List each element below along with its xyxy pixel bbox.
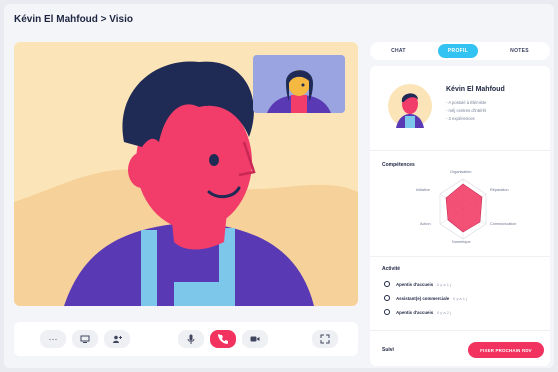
profile-panel: Kévin El Mahfoud - A postulé à Élémiste … — [370, 66, 550, 366]
app-window: Kévin El Mahfoud > Visio ··· CHAT PROFIL… — [4, 4, 554, 368]
competences-radar — [439, 178, 487, 240]
camera-icon — [250, 336, 260, 342]
add-participant-button[interactable] — [104, 330, 130, 348]
radar-label: Communication — [490, 222, 517, 226]
tab-profil[interactable]: PROFIL — [437, 44, 479, 58]
call-controls-bar: ··· — [14, 322, 358, 356]
search-icon — [384, 309, 390, 315]
microphone-icon — [187, 334, 195, 344]
self-view-illustration — [253, 55, 345, 113]
hang-up-button[interactable] — [210, 330, 236, 348]
divider — [370, 330, 550, 331]
more-options-button[interactable]: ··· — [40, 330, 66, 348]
profile-detail: - A postulé à Élémiste — [446, 100, 487, 105]
activite-title: Activité — [382, 266, 401, 272]
side-panel-tabs: CHAT PROFIL NOTES — [370, 42, 550, 60]
suivi-title: Suivi — [382, 347, 394, 353]
main-video — [14, 42, 358, 306]
monitor-icon — [80, 335, 90, 343]
page-title: Kévin El Mahfoud > Visio — [14, 14, 134, 25]
phone-icon — [218, 334, 228, 344]
divider — [370, 256, 550, 257]
radar-label: Numérique — [452, 240, 471, 244]
profile-name: Kévin El Mahfoud — [446, 86, 505, 93]
more-icon: ··· — [48, 334, 58, 344]
radar-label: Initiative — [416, 188, 430, 192]
add-user-icon — [113, 335, 122, 343]
radar-label: Organisation — [450, 170, 472, 174]
activity-item[interactable]: Apentis d'accueis Il y a 1 j — [384, 280, 451, 288]
activity-item[interactable]: Apentis d'accueis Il y a 2 j — [384, 308, 451, 316]
radar-label: Réparation — [490, 188, 509, 192]
screen-share-button[interactable] — [72, 330, 98, 348]
self-view-video[interactable] — [253, 55, 345, 113]
send-icon — [384, 281, 390, 287]
profile-detail: - mêj centres d'intérêt — [446, 108, 487, 113]
microphone-button[interactable] — [178, 330, 204, 348]
fullscreen-icon — [320, 334, 330, 344]
avatar — [388, 84, 432, 128]
radar-label: Action — [420, 222, 431, 226]
tab-notes[interactable]: NOTES — [500, 44, 539, 58]
competences-title: Compétences — [382, 162, 415, 168]
tab-chat[interactable]: CHAT — [381, 44, 416, 58]
profile-detail: - 3 expériences — [446, 116, 475, 121]
schedule-meeting-button[interactable]: FIXER PROCHAIN RDV — [468, 342, 544, 358]
camera-button[interactable] — [242, 330, 268, 348]
divider — [370, 150, 550, 151]
activity-item[interactable]: Assistant(e) commerciale Il y a 1 j — [384, 294, 467, 302]
fullscreen-button[interactable] — [312, 330, 338, 348]
star-icon — [384, 295, 390, 301]
